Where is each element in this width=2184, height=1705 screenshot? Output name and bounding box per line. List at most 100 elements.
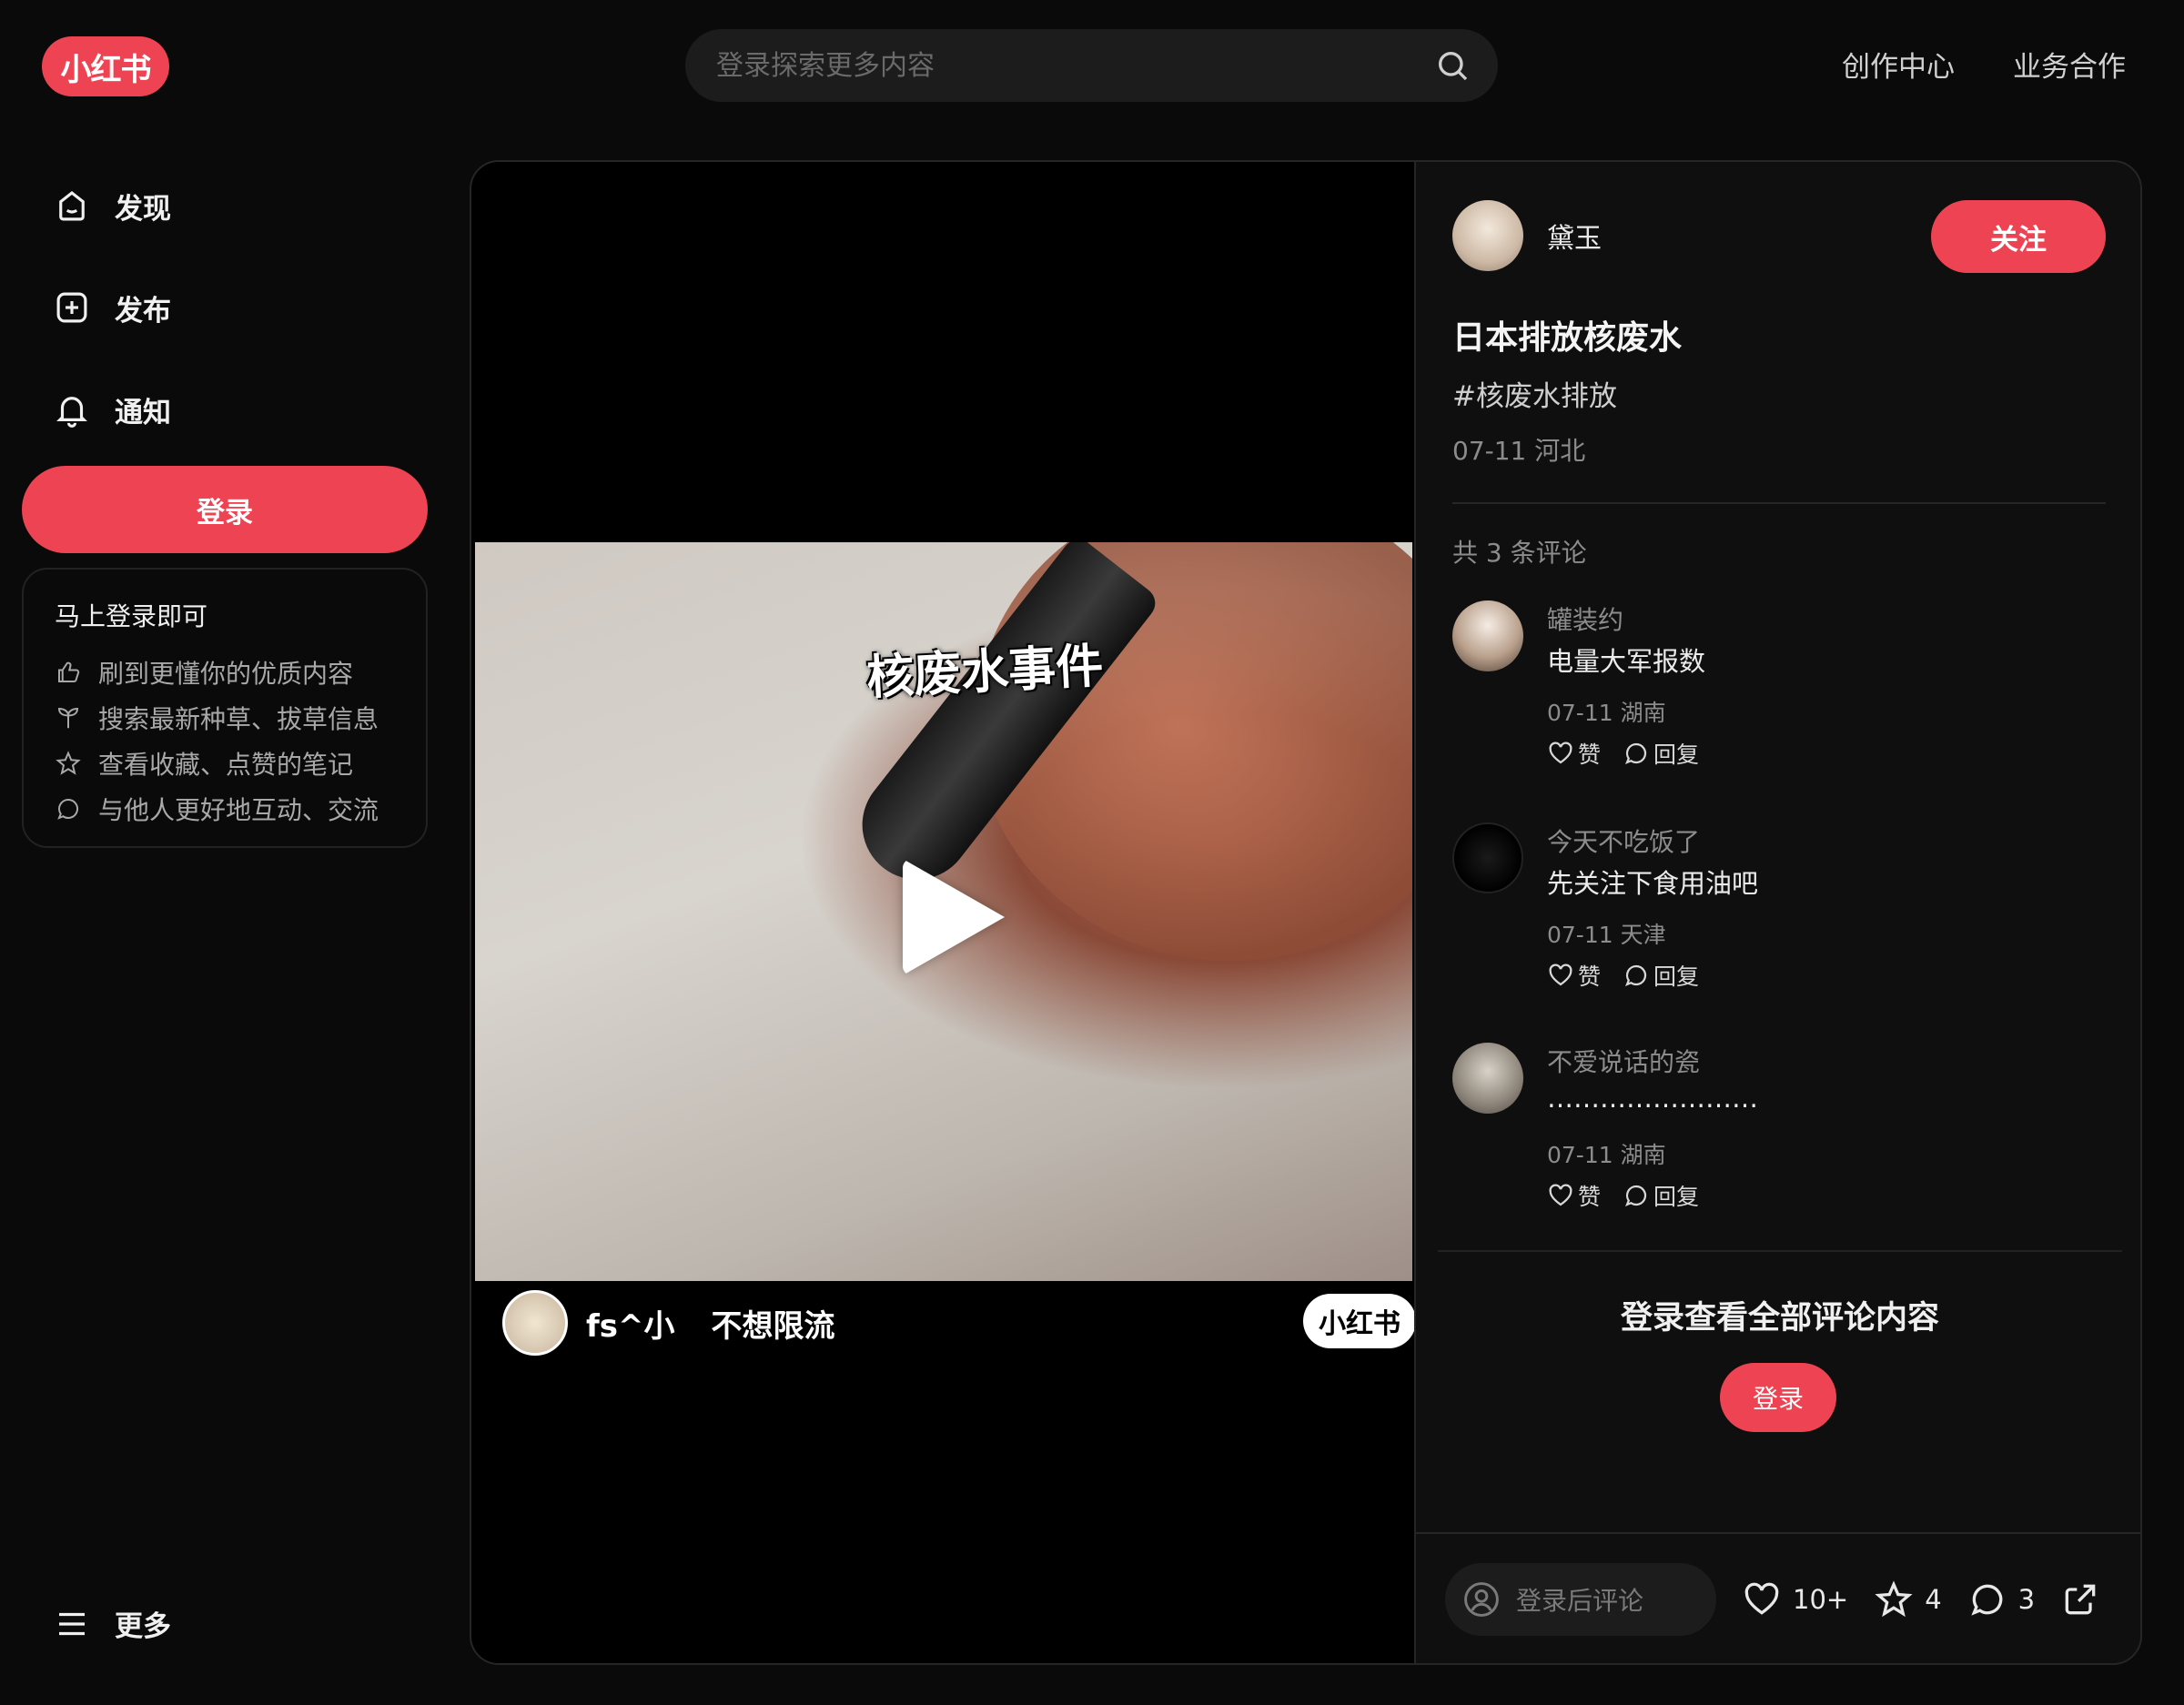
chat-icon [1971,1584,2002,1616]
more-menu-button[interactable]: 更多 [53,1603,171,1644]
note-detail-card: 核废水事件 fs^小 不想限流 小红书 黛玉 关注 日本排放核废水 #核废水排放… [470,160,2142,1665]
sidebar-item-notifications[interactable]: 通知 [53,384,171,435]
hamburger-icon [59,1612,85,1635]
promo-row: 查看收藏、点赞的笔记 [55,741,395,786]
video-frame[interactable]: 核废水事件 [475,542,1412,1281]
avatar[interactable] [1452,1043,1523,1114]
comment-user[interactable]: 今天不吃饭了 [1547,822,1700,859]
chat-icon [1624,964,1647,987]
hashtag-link[interactable]: #核废水排放 [1452,373,1617,414]
comment-count-button[interactable]: 3 [1967,1579,2035,1619]
watermark-user: fs^小 [586,1307,675,1345]
comment-user[interactable]: 不爱说话的瓷 [1547,1043,1700,1079]
heart-icon [1744,1582,1779,1615]
like-label: 赞 [1578,963,1602,990]
comment-text: …………………… [1547,1083,1758,1114]
thumbs-up-icon [58,661,80,682]
promo-title: 马上登录即可 [55,601,208,631]
chat-icon [1624,742,1647,765]
login-promo-panel: 马上登录即可 刷到更懂你的优质内容 搜索最新种草、拔草信息 查看收藏、点赞的笔记… [22,568,428,848]
user-icon [1464,1582,1499,1617]
comment-text: 电量大军报数 [1547,646,1706,677]
comment-meta: 07-11 湖南 [1547,700,1666,726]
reply-button[interactable]: 回复 [1623,1179,1699,1212]
promo-text: 刷到更懂你的优质内容 [98,659,354,689]
comment-count: 共 3 条评论 [1452,538,1587,568]
comment-placeholder: 登录后评论 [1516,1586,1644,1616]
comment-meta: 07-11 湖南 [1547,1142,1666,1168]
comments-login-button[interactable]: 登录 [1720,1363,1836,1432]
video-area[interactable]: 核废水事件 fs^小 不想限流 小红书 [471,162,1416,1663]
sidebar-nav: 发现 发布 通知 [53,180,171,486]
creator-center-link[interactable]: 创作中心 [1842,44,1955,85]
chat-icon [1624,1185,1647,1207]
author-info[interactable]: 黛玉 [1452,200,1602,271]
sidebar-item-publish[interactable]: 发布 [53,282,171,333]
engagement-bar: 登录后评论 10+ 4 3 [1416,1532,2140,1663]
plus-square-icon [56,292,87,323]
watermark-tag: 不想限流 [711,1307,835,1345]
note-meta: 07-11 河北 [1452,436,1586,466]
login-button[interactable]: 登录 [22,466,428,553]
divider [1438,1250,2122,1252]
home-icon [59,190,85,221]
like-count: 10+ [1793,1584,1849,1615]
like-button[interactable]: 赞 [1547,1179,1601,1212]
avatar[interactable] [1452,822,1523,893]
video-caption: 核废水事件 [864,639,1105,706]
like-label: 赞 [1578,742,1602,768]
reply-label: 回复 [1653,742,1700,768]
share-button[interactable] [2060,1579,2111,1619]
like-label: 赞 [1578,1184,1602,1210]
business-link[interactable]: 业务合作 [2013,44,2126,85]
sprout-icon [57,707,79,729]
video-watermark: fs^小 不想限流 小红书 [502,1290,1416,1356]
comment-input[interactable]: 登录后评论 [1445,1563,1716,1636]
star-icon [56,751,81,775]
star-icon [1875,1580,1913,1618]
follow-button[interactable]: 关注 [1931,200,2106,273]
divider [1452,502,2106,504]
promo-text: 查看收藏、点赞的笔记 [98,750,354,780]
collect-count-button[interactable]: 4 [1874,1579,1942,1619]
note-title: 日本排放核废水 [1452,319,1683,357]
chat-icon [57,798,78,820]
heart-icon [1549,742,1572,764]
promo-row: 与他人更好地互动、交流 [55,786,395,832]
note-side-panel: 黛玉 关注 日本排放核废水 #核废水排放 07-11 河北 共 3 条评论 罐装… [1414,162,2140,1663]
author-name[interactable]: 黛玉 [1547,216,1602,256]
sidebar-item-discover[interactable]: 发现 [53,180,171,231]
bell-icon [56,397,87,428]
login-to-view-comments-text: 登录查看全部评论内容 [1620,1300,1939,1337]
reply-button[interactable]: 回复 [1623,737,1699,770]
promo-row: 搜索最新种草、拔草信息 [55,695,395,741]
heart-icon [1549,963,1572,986]
heart-icon [1549,1184,1572,1206]
collect-count: 4 [1925,1584,1942,1615]
search-input[interactable] [716,49,1434,82]
sidebar-item-label: 发现 [115,192,171,226]
reply-label: 回复 [1653,1184,1700,1210]
watermark-brand-logo: 小红书 [1303,1294,1416,1348]
like-button[interactable]: 赞 [1547,959,1601,992]
avatar[interactable] [1452,200,1523,271]
comment-count-value: 3 [2017,1584,2036,1615]
promo-text: 搜索最新种草、拔草信息 [98,704,379,734]
like-button[interactable]: 赞 [1547,737,1601,770]
comment-text: 先关注下食用油吧 [1547,868,1759,899]
share-icon [2065,1584,2096,1615]
promo-text: 与他人更好地互动、交流 [98,795,379,825]
avatar[interactable] [1452,600,1523,671]
search-bar[interactable] [685,29,1498,102]
like-count-button[interactable]: 10+ [1742,1579,1848,1619]
reply-button[interactable]: 回复 [1623,959,1699,992]
sidebar-item-label: 发布 [115,294,171,328]
comment-meta: 07-11 天津 [1547,922,1666,948]
play-icon[interactable] [903,859,1005,975]
comment-user[interactable]: 罐装约 [1547,600,1623,637]
search-icon[interactable] [1434,47,1471,84]
reply-label: 回复 [1653,963,1700,990]
watermark-avatar [502,1290,568,1356]
promo-row: 刷到更懂你的优质内容 [55,650,395,695]
logo[interactable]: 小红书 [42,36,169,96]
